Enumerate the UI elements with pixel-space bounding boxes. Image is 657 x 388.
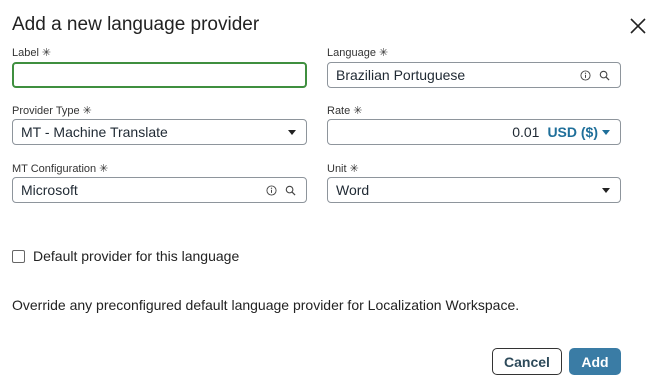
chevron-down-icon bbox=[288, 129, 296, 135]
search-icon[interactable] bbox=[599, 70, 610, 81]
chevron-down-icon bbox=[602, 129, 610, 135]
unit-field-label: Unit ✳ bbox=[327, 162, 359, 175]
provider-type-label-text: Provider Type bbox=[12, 105, 80, 117]
default-provider-label: Default provider for this language bbox=[33, 248, 240, 264]
language-field-label: Language ✳ bbox=[327, 46, 388, 59]
language-value: Brazilian Portuguese bbox=[336, 67, 466, 83]
rate-label-text: Rate bbox=[327, 105, 351, 117]
label-field-label-text: Label bbox=[12, 47, 39, 59]
default-provider-row[interactable]: Default provider for this language bbox=[12, 248, 239, 264]
mt-configuration-label-text: MT Configuration bbox=[12, 163, 97, 175]
cancel-button[interactable]: Cancel bbox=[492, 348, 562, 375]
chevron-down-icon bbox=[602, 187, 610, 193]
default-provider-checkbox[interactable] bbox=[12, 249, 25, 263]
mt-configuration-value: Microsoft bbox=[21, 182, 78, 198]
close-icon bbox=[630, 18, 646, 34]
info-icon[interactable] bbox=[266, 184, 277, 196]
provider-type-select[interactable]: MT - Machine Translate bbox=[12, 119, 307, 145]
required-icon: ✳ bbox=[349, 163, 359, 175]
override-note: Override any preconfigured default langu… bbox=[12, 297, 520, 313]
search-icon[interactable] bbox=[285, 185, 296, 196]
label-field-label: Label ✳ bbox=[12, 46, 51, 59]
required-icon: ✳ bbox=[99, 163, 109, 175]
rate-field-label: Rate ✳ bbox=[327, 104, 362, 117]
label-field[interactable] bbox=[12, 62, 307, 88]
mt-configuration-field[interactable]: Microsoft bbox=[12, 177, 307, 203]
unit-value: Word bbox=[336, 182, 370, 198]
currency-select[interactable]: USD ($) bbox=[547, 124, 620, 140]
rate-amount[interactable]: 0.01 bbox=[328, 124, 547, 140]
language-field-label-text: Language bbox=[327, 47, 376, 59]
unit-label-text: Unit bbox=[327, 163, 347, 175]
required-icon: ✳ bbox=[41, 47, 52, 59]
required-icon: ✳ bbox=[378, 47, 389, 59]
info-icon[interactable] bbox=[580, 69, 591, 81]
unit-select[interactable]: Word bbox=[327, 177, 621, 203]
label-input[interactable] bbox=[14, 67, 305, 83]
provider-type-field-label: Provider Type ✳ bbox=[12, 104, 92, 117]
currency-value: USD ($) bbox=[547, 124, 598, 140]
dialog-title: Add a new language provider bbox=[12, 14, 260, 35]
add-button[interactable]: Add bbox=[569, 348, 621, 375]
close-button[interactable] bbox=[626, 14, 650, 38]
rate-field[interactable]: 0.01 USD ($) bbox=[327, 119, 621, 145]
language-field[interactable]: Brazilian Portuguese bbox=[327, 62, 621, 88]
required-icon: ✳ bbox=[353, 105, 363, 117]
required-icon: ✳ bbox=[82, 105, 92, 117]
provider-type-value: MT - Machine Translate bbox=[21, 124, 168, 140]
mt-configuration-field-label: MT Configuration ✳ bbox=[12, 162, 108, 175]
